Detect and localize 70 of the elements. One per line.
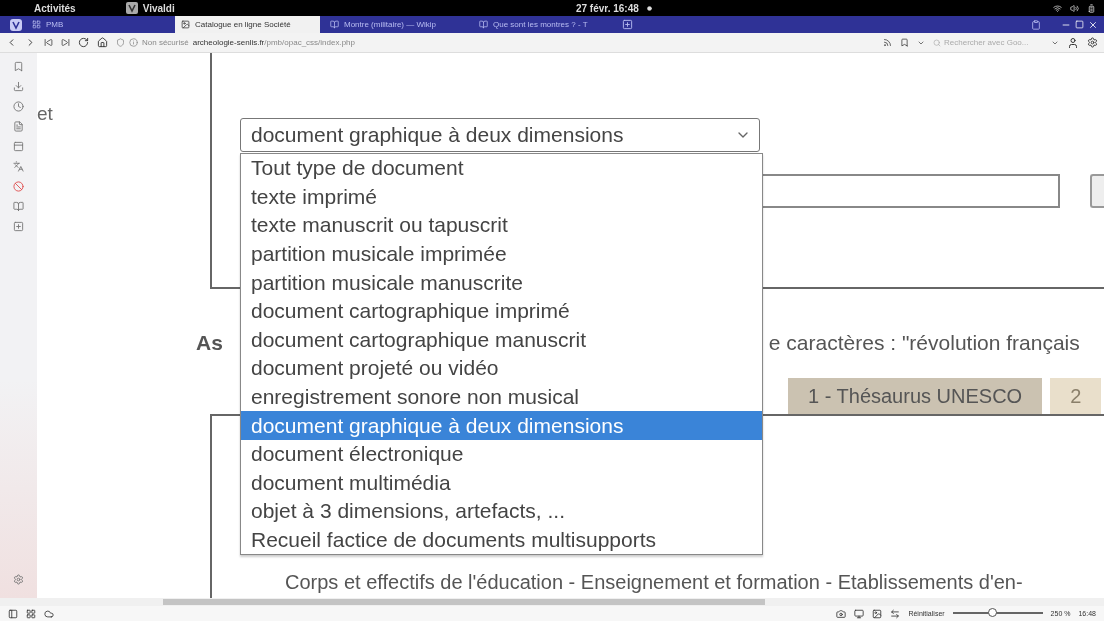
- dropdown-option[interactable]: partition musicale manuscrite: [241, 268, 762, 297]
- settings-icon[interactable]: [13, 574, 24, 585]
- search-button[interactable]: [1090, 174, 1104, 208]
- app-logo-icon: [125, 2, 138, 14]
- cloud-icon[interactable]: [44, 608, 54, 619]
- clipboard-icon[interactable]: [1031, 19, 1041, 30]
- home-icon[interactable]: [97, 37, 108, 48]
- download-icon[interactable]: [13, 81, 24, 92]
- reload-icon[interactable]: [78, 37, 89, 48]
- scrollbar-thumb[interactable]: [163, 599, 765, 605]
- security-label: Non sécurisé: [142, 38, 189, 47]
- notes-icon[interactable]: [13, 121, 24, 132]
- window-icon[interactable]: [13, 141, 24, 152]
- dropdown-option[interactable]: document cartographique imprimé: [241, 296, 762, 326]
- dropdown-option[interactable]: Tout type de document: [241, 154, 762, 183]
- new-tab-icon[interactable]: [622, 19, 633, 30]
- rewind-icon[interactable]: [44, 38, 53, 47]
- tab-favicon-icon[interactable]: [330, 20, 339, 29]
- zoom-slider-thumb[interactable]: [988, 608, 998, 617]
- dropdown-option[interactable]: document électronique: [241, 439, 762, 469]
- tiles-icon[interactable]: [26, 608, 36, 619]
- book-icon[interactable]: [13, 201, 24, 212]
- browser-tab[interactable]: Catalogue en ligne Société: [175, 16, 320, 33]
- hint-text: As: [196, 331, 223, 355]
- blocker-icon[interactable]: [13, 181, 24, 192]
- close-icon[interactable]: [1088, 19, 1098, 30]
- camera-icon[interactable]: [836, 608, 847, 619]
- dropdown-option[interactable]: document projeté ou vidéo: [241, 354, 762, 383]
- app-name[interactable]: Vivaldi: [142, 2, 175, 14]
- bookmark-icon[interactable]: [13, 61, 24, 72]
- maximize-icon[interactable]: [1075, 20, 1084, 29]
- swap-icon[interactable]: [890, 608, 901, 619]
- panel-toggle-icon[interactable]: [8, 608, 18, 619]
- translate-icon[interactable]: [13, 161, 24, 172]
- browser-tab[interactable]: PMB: [26, 16, 171, 33]
- dropdown-option[interactable]: texte imprimé: [241, 182, 762, 212]
- activities-button[interactable]: Activités: [34, 2, 76, 14]
- history-icon[interactable]: [13, 101, 24, 112]
- dropdown-option[interactable]: document multimédia: [241, 468, 762, 498]
- dropdown-option[interactable]: texte manuscrit ou tapuscrit: [241, 211, 762, 240]
- document-type-select[interactable]: document graphique à deux dimensions: [240, 118, 760, 152]
- image-icon[interactable]: [872, 608, 883, 619]
- monitor-icon[interactable]: [854, 608, 865, 619]
- category-link[interactable]: Corps et effectifs de l'éducation - Enseignement et formation - Etablissements d'en-: [285, 571, 1104, 594]
- feed-icon[interactable]: [883, 38, 892, 47]
- hint-text: e caractères : "révolution français: [768, 331, 1080, 355]
- dot-icon: [646, 5, 652, 11]
- add-panel-icon[interactable]: [13, 221, 24, 232]
- dropdown-option[interactable]: objet à 3 dimensions, artefacts, ...: [241, 497, 762, 526]
- tab-favicon-icon[interactable]: [32, 20, 41, 29]
- dropdown-option[interactable]: document cartographique manuscrit: [241, 325, 762, 355]
- dropdown-option[interactable]: enregistrement sonore non musical: [241, 382, 762, 412]
- tab-favicon-icon[interactable]: [479, 20, 488, 29]
- tab-favicon-icon[interactable]: [181, 20, 190, 29]
- bookmark-icon[interactable]: [900, 38, 909, 47]
- browser-tab[interactable]: Montre (militaire) — Wikip: [324, 16, 469, 33]
- browser-logo-icon[interactable]: [10, 18, 22, 31]
- dropdown-option[interactable]: partition musicale imprimée: [241, 239, 762, 269]
- page-url[interactable]: archeologie-senlis.fr/pmb/opac_css/index.php: [192, 38, 355, 47]
- volume-icon[interactable]: [1070, 3, 1079, 13]
- battery-icon[interactable]: [1087, 3, 1096, 13]
- field-label: et: [37, 103, 53, 124]
- dropdown-option[interactable]: Recueil factice de documents multisupports: [241, 525, 762, 555]
- dropdown-option[interactable]: document graphique à deux dimensions: [241, 411, 762, 440]
- thesaurus-tab[interactable]: 1 - Thésaurus UNESCO: [788, 378, 1043, 414]
- profile-icon[interactable]: [1067, 36, 1079, 49]
- browser-tab[interactable]: Que sont les montres ? - T: [473, 16, 618, 33]
- clock[interactable]: 27 févr. 16:48: [575, 2, 639, 14]
- wifi-icon[interactable]: [1053, 3, 1062, 13]
- fast-forward-icon[interactable]: [61, 38, 70, 47]
